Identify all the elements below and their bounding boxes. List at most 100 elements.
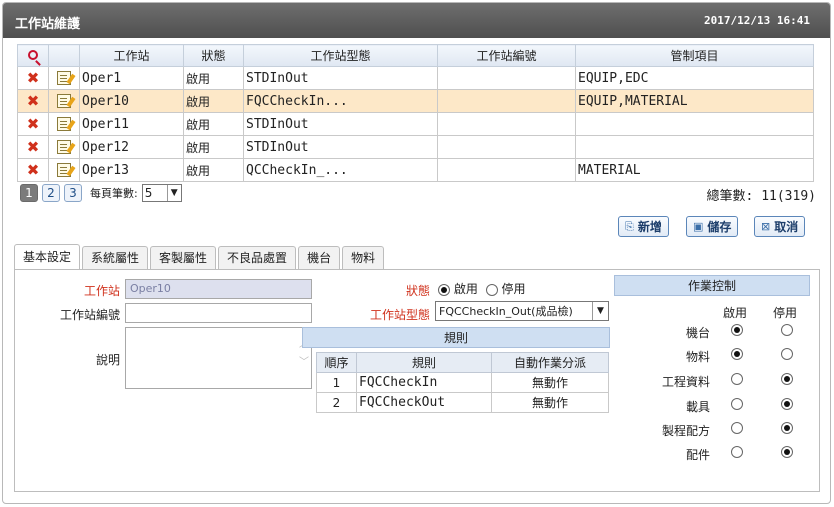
rule-seq: 1: [316, 372, 357, 393]
cell-status: 啟用: [183, 112, 244, 136]
table-row[interactable]: ✖ Oper10 啟用 FQCCheckIn... EQUIP,MATERIAL: [17, 89, 814, 113]
control-row: 物料: [630, 346, 810, 366]
cell-code: [437, 135, 576, 159]
cancel-icon: ⊠: [761, 220, 771, 233]
cell-status: 啟用: [183, 89, 244, 113]
tab-custom[interactable]: 客製屬性: [150, 246, 217, 269]
tab-system[interactable]: 系統屬性: [82, 246, 149, 269]
control-title: 作業控制: [614, 275, 810, 296]
control-name: 機台: [685, 326, 710, 340]
cell-station: Oper10: [79, 89, 184, 113]
control-row: 載具: [630, 396, 810, 416]
edit-icon[interactable]: [57, 117, 71, 131]
tab-machine[interactable]: 機台: [298, 246, 341, 269]
table-row[interactable]: ✖ Oper12 啟用 STDInOut: [17, 135, 814, 159]
delete-icon[interactable]: ✖: [27, 161, 40, 179]
control-on-radio[interactable]: [731, 373, 743, 385]
status-on-radio[interactable]: [438, 283, 450, 296]
cell-code: [437, 158, 576, 182]
edit-icon[interactable]: [57, 140, 71, 154]
station-label: 工作站: [83, 284, 120, 298]
window-title: 工作站維護: [15, 17, 81, 32]
delete-icon[interactable]: ✖: [27, 115, 40, 133]
table-row[interactable]: ✖ Oper13 啟用 QCCheckIn_... MATERIAL: [17, 158, 814, 182]
status-off-radio[interactable]: [485, 283, 498, 296]
chevron-down-icon[interactable]: ▼: [166, 185, 181, 201]
edit-icon[interactable]: [57, 163, 71, 177]
table-row[interactable]: 1 FQCCheckIn 無動作: [316, 372, 609, 393]
control-on-radio[interactable]: [731, 446, 743, 458]
page-3-button[interactable]: 3: [64, 184, 82, 202]
pager: 1 2 3 每頁筆數: 5 ▼: [20, 183, 182, 203]
cell-controls: EQUIP,MATERIAL: [575, 89, 814, 113]
cell-status: 啟用: [183, 66, 244, 90]
col-header-controls[interactable]: 管制項目: [575, 44, 814, 67]
type-select[interactable]: FQCCheckIn_Out(成品檢) ▼: [435, 301, 609, 321]
cancel-button[interactable]: ⊠ 取消: [754, 216, 806, 237]
control-name: 載具: [685, 400, 710, 414]
control-off-radio[interactable]: [781, 324, 793, 336]
edit-icon[interactable]: [57, 94, 71, 108]
control-off-radio[interactable]: [781, 446, 793, 458]
status-on-label: 啟用: [453, 282, 478, 296]
add-button[interactable]: ⎘ 新增: [618, 216, 669, 237]
page-2-button[interactable]: 2: [42, 184, 60, 202]
col-header-code[interactable]: 工作站編號: [437, 44, 576, 67]
cell-station: Oper12: [79, 135, 184, 159]
tab-bar: 基本設定 系統屬性 客製屬性 不良品處置 機台 物料: [14, 244, 385, 269]
col-header-type[interactable]: 工作站型態: [243, 44, 438, 67]
station-code-input[interactable]: [125, 303, 312, 323]
per-page-select[interactable]: 5 ▼: [141, 184, 182, 202]
control-on-radio[interactable]: [731, 324, 743, 336]
chevron-down-icon[interactable]: ▼: [592, 302, 608, 320]
control-row: 機台: [630, 322, 810, 342]
control-name: 工程資料: [661, 375, 710, 389]
tab-basic[interactable]: 基本設定: [14, 244, 81, 269]
control-off-radio[interactable]: [781, 422, 793, 434]
col-header-status[interactable]: 狀態: [183, 44, 244, 67]
cell-station: Oper1: [79, 66, 184, 90]
control-name: 配件: [685, 448, 710, 462]
save-icon: ▣: [693, 220, 704, 233]
control-row: 工程資料: [630, 371, 810, 391]
delete-icon[interactable]: ✖: [27, 92, 40, 110]
edit-icon[interactable]: [57, 71, 71, 85]
add-icon: ⎘: [625, 219, 634, 233]
control-on-radio[interactable]: [731, 348, 743, 360]
rules-col-seq: 順序: [316, 352, 357, 373]
rules-title: 規則: [302, 327, 610, 348]
cell-type: FQCCheckIn...: [243, 89, 438, 113]
control-off-radio[interactable]: [781, 373, 793, 385]
rule-auto: 無動作: [491, 392, 609, 413]
tab-defect[interactable]: 不良品處置: [218, 246, 297, 269]
status-radio-group: 啟用 停用: [438, 280, 526, 297]
control-on-radio[interactable]: [731, 398, 743, 410]
cell-type: STDInOut: [243, 135, 438, 159]
edit-header: [48, 44, 80, 67]
cell-status: 啟用: [183, 158, 244, 182]
status-off-label: 停用: [501, 282, 526, 296]
cell-type: STDInOut: [243, 66, 438, 90]
control-name: 製程配方: [661, 424, 710, 438]
desc-textarea[interactable]: ︿﹀: [125, 327, 312, 389]
col-header-station[interactable]: 工作站: [79, 44, 184, 67]
search-header[interactable]: [17, 44, 49, 67]
control-off-radio[interactable]: [781, 398, 793, 410]
delete-icon[interactable]: ✖: [27, 138, 40, 156]
station-code-label: 工作站編號: [59, 308, 120, 322]
cell-code: [437, 89, 576, 113]
rule-name: FQCCheckOut: [356, 392, 492, 413]
table-row[interactable]: ✖ Oper11 啟用 STDInOut: [17, 112, 814, 136]
station-table: 工作站 狀態 工作站型態 工作站編號 管制項目 ✖ Oper1 啟用 STDIn…: [17, 44, 814, 182]
table-row[interactable]: ✖ Oper1 啟用 STDInOut EQUIP,EDC: [17, 66, 814, 90]
search-icon[interactable]: [28, 50, 38, 60]
save-button[interactable]: ▣ 儲存: [686, 216, 739, 237]
rules-col-auto: 自動作業分派: [491, 352, 609, 373]
page-1-button[interactable]: 1: [20, 184, 38, 202]
control-on-radio[interactable]: [731, 422, 743, 434]
table-row[interactable]: 2 FQCCheckOut 無動作: [316, 392, 609, 413]
delete-icon[interactable]: ✖: [27, 69, 40, 87]
tab-material[interactable]: 物料: [342, 246, 385, 269]
control-row: 製程配方: [630, 420, 810, 440]
control-off-radio[interactable]: [781, 348, 793, 360]
